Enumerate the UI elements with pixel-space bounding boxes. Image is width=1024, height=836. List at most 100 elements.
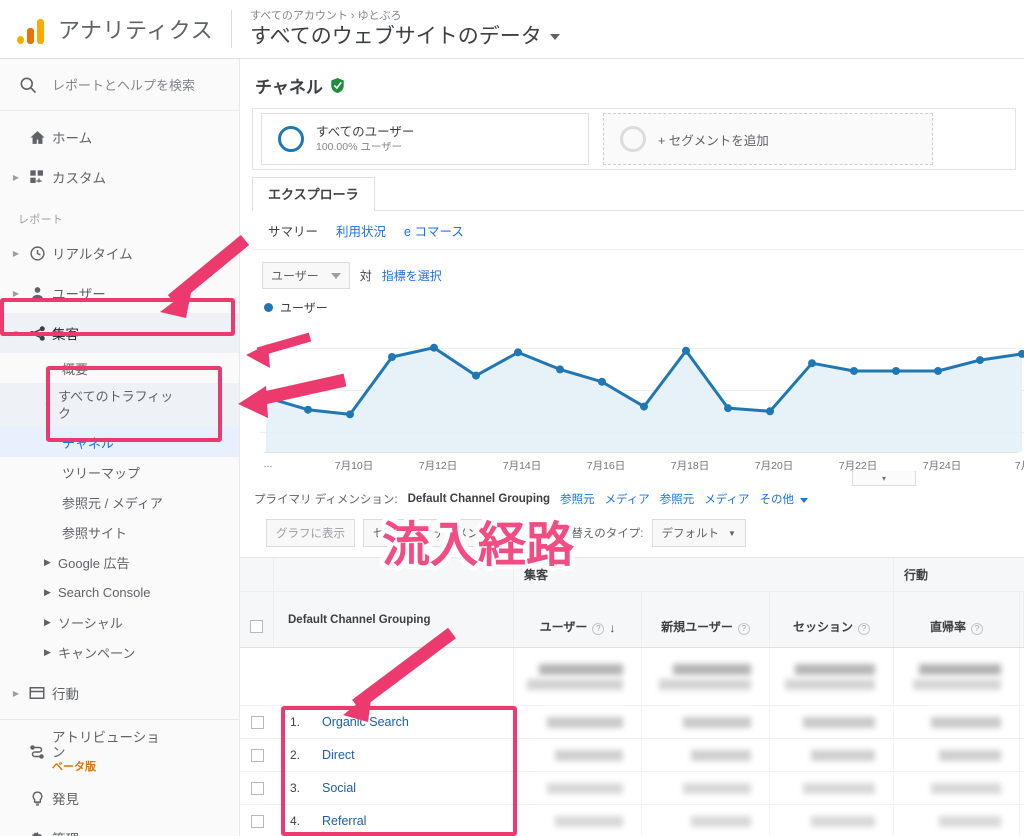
row-channel-link[interactable]: Organic Search: [322, 715, 409, 729]
checkbox-icon[interactable]: [250, 814, 264, 828]
chevron-down-icon[interactable]: [549, 33, 560, 40]
header-bounce-rate[interactable]: 直帰率 ?: [894, 592, 1020, 647]
header-users-label: ユーザー: [539, 620, 588, 634]
row-channel-link[interactable]: Referral: [322, 814, 366, 828]
chevron-down-icon[interactable]: [330, 272, 341, 279]
row-checkbox[interactable]: [240, 781, 274, 795]
chevron-right-icon[interactable]: ▶: [44, 557, 58, 568]
sort-type-select[interactable]: デフォルト ▼: [651, 519, 746, 547]
checkbox-icon[interactable]: [250, 748, 264, 762]
dimension-link-other[interactable]: その他: [759, 491, 809, 507]
sort-arrow-icon[interactable]: ↓: [609, 621, 615, 635]
tab-explorer[interactable]: エクスプローラ: [252, 177, 375, 211]
segment-all-users[interactable]: すべてのユーザー 100.00% ユーザー: [261, 113, 589, 165]
view-title-row[interactable]: すべてのウェブサイトのデータ: [250, 24, 560, 50]
breadcrumb-property[interactable]: ゆとぶろ: [358, 10, 402, 22]
search-reports-row[interactable]: レポートとヘルプを検索: [0, 59, 239, 111]
table-row[interactable]: 2. Direct: [240, 738, 1024, 772]
sidebar-item-treemap[interactable]: ツリーマップ: [0, 457, 239, 487]
analytics-logo: [0, 14, 58, 44]
sidebar-item-custom[interactable]: ▶ カスタム: [0, 157, 239, 197]
plot-rows-button[interactable]: グラフに表示: [266, 519, 355, 547]
chart-collapse-handle[interactable]: ▾: [852, 471, 916, 486]
sidebar-item-audience[interactable]: ▶ ユーザー: [0, 273, 239, 313]
chevron-down-icon[interactable]: ▼: [10, 329, 22, 338]
sidebar-item-admin[interactable]: 管理: [0, 818, 239, 836]
select-metric-link[interactable]: 指標を選択: [382, 267, 442, 284]
dimension-link-source-1[interactable]: 参照元: [560, 491, 595, 507]
chevron-right-icon[interactable]: ▶: [44, 617, 58, 628]
add-segment-button[interactable]: + セグメントを追加: [603, 113, 933, 165]
sidebar-item-discover[interactable]: 発見: [0, 778, 239, 818]
header-select-all-checkbox[interactable]: [240, 592, 274, 647]
sidebar-item-search-console[interactable]: ▶ Search Console: [0, 577, 239, 607]
sidebar-item-campaigns[interactable]: ▶ キャンペーン: [0, 637, 239, 667]
sidebar-subitem-label: Search Console: [58, 584, 151, 600]
sidebar-item-social[interactable]: ▶ ソーシャル: [0, 607, 239, 637]
chevron-right-icon[interactable]: ▶: [10, 173, 22, 182]
header-next-column-partial[interactable]: [1020, 592, 1024, 647]
primary-dimension-selected[interactable]: Default Channel Grouping: [408, 493, 550, 505]
sidebar-subitem-label: 参照サイト: [62, 525, 128, 541]
dimension-link-source-2[interactable]: 参照元: [660, 491, 695, 507]
checkbox-icon[interactable]: [250, 620, 263, 633]
sidebar-item-realtime[interactable]: ▶ リアルタイム: [0, 233, 239, 273]
chevron-down-icon[interactable]: ▼: [522, 529, 530, 538]
dimension-link-medium-1[interactable]: メディア: [605, 491, 650, 507]
chevron-right-icon[interactable]: ▶: [44, 647, 58, 658]
search-input[interactable]: レポートとヘルプを検索: [52, 75, 195, 94]
row-channel-link[interactable]: Direct: [322, 748, 355, 762]
chevron-down-icon[interactable]: ▼: [44, 397, 58, 414]
help-icon[interactable]: ?: [971, 623, 983, 635]
dimension-link-medium-2[interactable]: メディア: [704, 491, 749, 507]
header-new-users[interactable]: 新規ユーザー ?: [642, 592, 770, 647]
metric-select-users[interactable]: ユーザー: [262, 262, 350, 289]
header-sessions[interactable]: セッション ?: [770, 592, 894, 647]
sidebar-item-google-ads[interactable]: ▶ Google 広告: [0, 547, 239, 577]
breadcrumb-separator: ›: [350, 9, 355, 22]
help-icon[interactable]: ?: [737, 623, 750, 635]
secondary-dimension-button[interactable]: セカンダリ ディメンション ▼: [363, 519, 541, 547]
help-icon[interactable]: ?: [592, 623, 605, 635]
account-selector[interactable]: すべてのアカウント › ゆとぶろ すべてのウェブサイトのデータ: [250, 9, 560, 50]
chevron-down-icon[interactable]: ▼: [728, 529, 736, 538]
sidebar-item-label-wrap: ン: [52, 744, 66, 760]
row-bounce-blurred: [894, 705, 1020, 739]
sidebar-item-overview[interactable]: 概要: [0, 353, 239, 383]
subtab-summary[interactable]: サマリー: [268, 221, 318, 240]
chevron-right-icon[interactable]: ▶: [10, 689, 22, 698]
checkbox-icon[interactable]: [250, 781, 264, 795]
sidebar-item-home[interactable]: ホーム: [0, 117, 239, 157]
header-default-channel-grouping[interactable]: Default Channel Grouping: [274, 592, 514, 647]
subtab-usage[interactable]: 利用状況: [336, 221, 386, 240]
sidebar-item-acquisition[interactable]: ▼ 集客: [0, 313, 239, 353]
row-checkbox[interactable]: [240, 748, 274, 762]
row-channel-link[interactable]: Social: [322, 781, 356, 795]
table-row[interactable]: 4. Referral: [240, 804, 1024, 836]
sidebar-item-channels[interactable]: チャネル: [0, 427, 239, 457]
chevron-right-icon[interactable]: ▶: [10, 249, 22, 258]
sidebar-item-referrals[interactable]: 参照サイト: [0, 517, 239, 547]
row-new-users-blurred: [642, 771, 770, 805]
sidebar-item-source-medium[interactable]: 参照元 / メディア: [0, 487, 239, 517]
sidebar-nav: ホーム ▶ カスタム レポート ▶ リアルタイム ▶ ユーザー ▼ 集客 概要 …: [0, 111, 239, 836]
summary-users-blurred: [514, 648, 642, 706]
row-checkbox[interactable]: [240, 814, 274, 828]
header-users[interactable]: ユーザー ? ↓: [514, 592, 642, 647]
chevron-down-icon[interactable]: [800, 498, 809, 503]
row-checkbox[interactable]: [240, 715, 274, 729]
table-row[interactable]: 1. Organic Search: [240, 705, 1024, 739]
breadcrumb-account[interactable]: すべてのアカウント: [250, 10, 348, 22]
checkbox-icon[interactable]: [250, 715, 264, 729]
breadcrumb[interactable]: すべてのアカウント › ゆとぶろ: [250, 9, 560, 24]
summary-bounce-blurred: [894, 648, 1020, 706]
row-extra-cell: [1020, 810, 1024, 832]
help-icon[interactable]: ?: [858, 623, 870, 635]
chevron-right-icon[interactable]: ▶: [44, 587, 58, 598]
sidebar-item-attribution[interactable]: アトリビューショ ン ベータ版: [0, 726, 239, 778]
chevron-right-icon[interactable]: ▶: [10, 289, 22, 298]
sidebar-item-behavior[interactable]: ▶ 行動: [0, 673, 239, 713]
subtab-ecommerce[interactable]: e コマース: [404, 221, 464, 240]
sidebar-item-all-traffic[interactable]: ▼ すべてのトラフィック: [0, 383, 239, 427]
table-row[interactable]: 3. Social: [240, 771, 1024, 805]
